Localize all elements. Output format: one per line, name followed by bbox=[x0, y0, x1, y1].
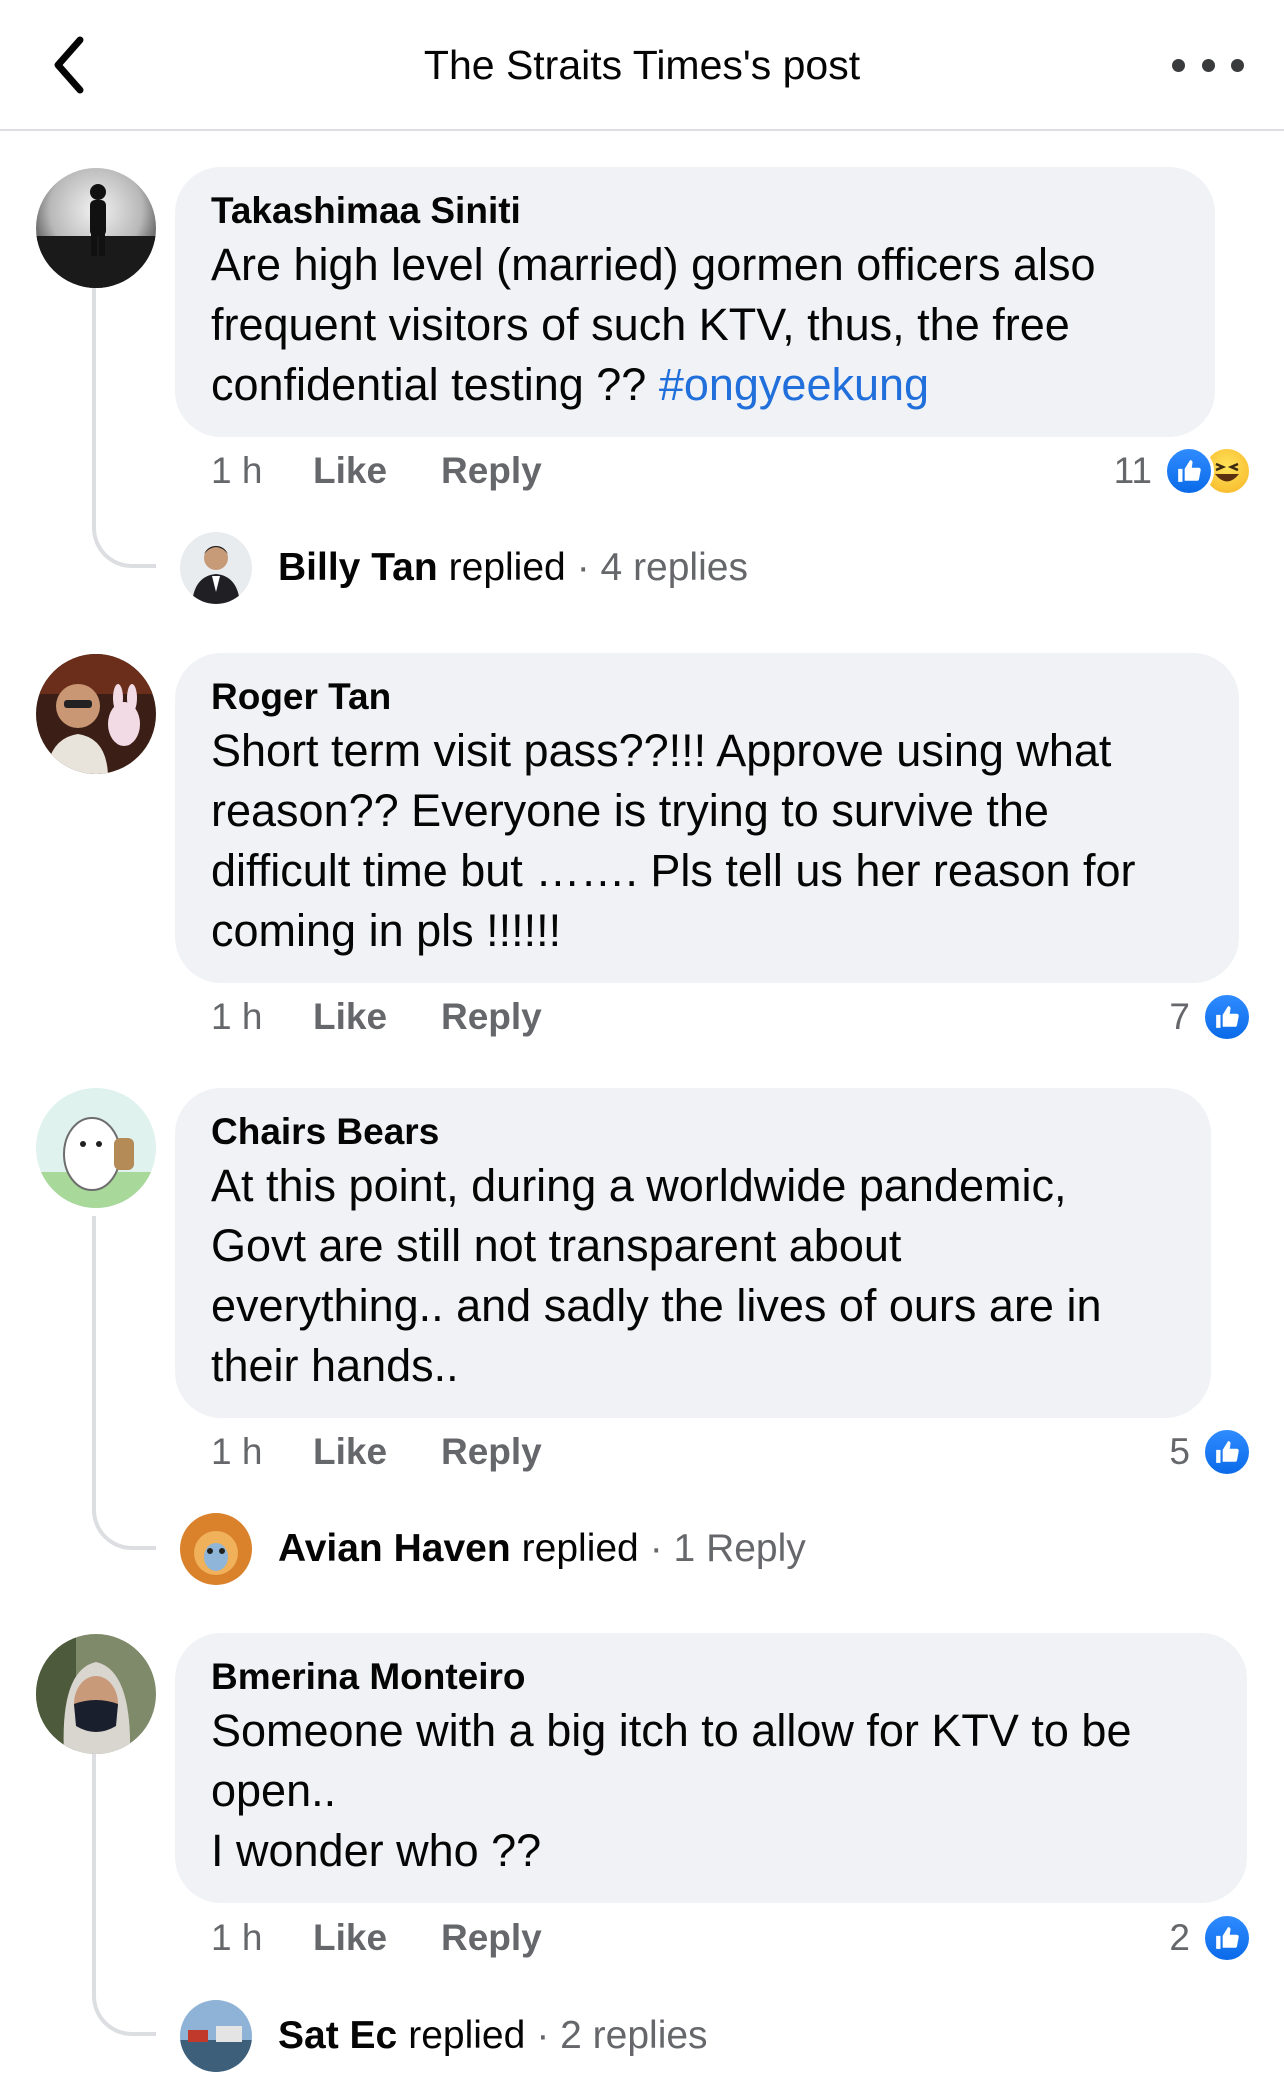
comment-line: confidential testing ?? #ongyeekung bbox=[211, 355, 1179, 415]
avatar-roger-tan[interactable] bbox=[36, 654, 156, 774]
thread-line bbox=[92, 262, 156, 568]
avatar-chairs-bears[interactable] bbox=[36, 1088, 156, 1208]
reactions-summary[interactable]: 11 bbox=[1114, 446, 1252, 496]
comment-time[interactable]: 1 h bbox=[211, 1431, 313, 1473]
silhouette-avatar-image bbox=[36, 168, 156, 288]
reply-button[interactable]: Reply bbox=[441, 996, 542, 1038]
view-replies-link[interactable]: Sat Ec replied · 2 replies bbox=[180, 2000, 708, 2072]
top-bar: The Straits Times's post bbox=[0, 0, 1284, 131]
comment-author[interactable]: Chairs Bears bbox=[211, 1108, 1175, 1156]
comment-author[interactable]: Takashimaa Siniti bbox=[211, 187, 1179, 235]
hashtag-link[interactable]: #ongyeekung bbox=[659, 359, 929, 410]
thread-line bbox=[92, 1216, 156, 1550]
comment-bubble[interactable]: Chairs Bears At this point, during a wor… bbox=[175, 1088, 1211, 1418]
comment-author[interactable]: Roger Tan bbox=[211, 673, 1203, 721]
comment-line: At this point, during a worldwide pandem… bbox=[211, 1160, 1067, 1211]
comment-line: coming in pls !!!!!! bbox=[211, 905, 562, 956]
more-options-button[interactable] bbox=[1172, 50, 1244, 80]
comment-line: their hands.. bbox=[211, 1340, 459, 1391]
comment-text: Someone with a big itch to allow for KTV… bbox=[211, 1701, 1211, 1881]
photo-avatar-image bbox=[36, 654, 156, 774]
reply-count: · 2 replies bbox=[536, 2014, 708, 2057]
reply-count: · 1 Reply bbox=[649, 1527, 806, 1570]
view-replies-link[interactable]: Billy Tan replied · 4 replies bbox=[180, 532, 748, 604]
reply-button[interactable]: Reply bbox=[441, 1431, 542, 1473]
comment-bubble[interactable]: Bmerina Monteiro Someone with a big itch… bbox=[175, 1633, 1247, 1903]
replied-label: replied bbox=[448, 546, 566, 589]
more-dot bbox=[1231, 58, 1244, 72]
page-title: The Straits Times's post bbox=[423, 42, 861, 88]
comment-line: difficult time but ……. Pls tell us her r… bbox=[211, 845, 1136, 896]
comment-text: At this point, during a worldwide pandem… bbox=[211, 1156, 1175, 1396]
reactions-summary[interactable]: 2 bbox=[1169, 1913, 1252, 1963]
comment-line: everything.. and sadly the lives of ours… bbox=[211, 1280, 1102, 1331]
reaction-count: 11 bbox=[1113, 450, 1152, 491]
replier-name: Billy Tan bbox=[278, 546, 438, 589]
reaction-count: 2 bbox=[1169, 1917, 1190, 1958]
comment-bubble[interactable]: Roger Tan Short term visit pass??!!! App… bbox=[175, 653, 1239, 983]
comment-time[interactable]: 1 h bbox=[211, 996, 313, 1038]
reaction-count: 7 bbox=[1169, 996, 1190, 1037]
reaction-count: 5 bbox=[1169, 1431, 1190, 1472]
more-horizontal-icon bbox=[1172, 58, 1185, 72]
comment-text: Are high level (married) gormen officers… bbox=[211, 235, 1179, 415]
comment-line: open.. bbox=[211, 1765, 337, 1816]
comment-actions: 1 h Like Reply bbox=[211, 1431, 542, 1473]
comment-actions: 1 h Like Reply bbox=[211, 1917, 542, 1959]
like-icon bbox=[1202, 1427, 1252, 1477]
comment-line: Govt are still not transparent about bbox=[211, 1220, 902, 1271]
cartoon-bear-avatar-image bbox=[36, 1088, 156, 1208]
replier-name: Sat Ec bbox=[278, 2014, 398, 2057]
avatar-takashimaa-siniti[interactable] bbox=[36, 168, 156, 288]
like-icon bbox=[1164, 446, 1214, 496]
like-button[interactable]: Like bbox=[313, 996, 441, 1038]
replier-name: Avian Haven bbox=[278, 1527, 511, 1570]
comment-text: Short term visit pass??!!! Approve using… bbox=[211, 721, 1203, 961]
reply-button[interactable]: Reply bbox=[441, 1917, 542, 1959]
avatar-avian-haven bbox=[180, 1513, 252, 1585]
replied-label: replied bbox=[521, 1527, 639, 1570]
like-button[interactable]: Like bbox=[313, 1917, 441, 1959]
like-icon bbox=[1202, 992, 1252, 1042]
reactions-summary[interactable]: 7 bbox=[1169, 992, 1252, 1042]
comment-actions: 1 h Like Reply bbox=[211, 450, 542, 492]
comment-line: I wonder who ?? bbox=[211, 1825, 542, 1876]
comment-actions: 1 h Like Reply bbox=[211, 996, 542, 1038]
avatar-sat-ec bbox=[180, 2000, 252, 2072]
avatar-bmerina-monteiro[interactable] bbox=[36, 1634, 156, 1754]
like-button[interactable]: Like bbox=[313, 1431, 441, 1473]
like-button[interactable]: Like bbox=[313, 450, 441, 492]
comment-line: frequent visitors of such KTV, thus, the… bbox=[211, 299, 1070, 350]
comment-time[interactable]: 1 h bbox=[211, 1917, 313, 1959]
masked-person-avatar-image bbox=[36, 1634, 156, 1754]
comment-line: Are high level (married) gormen officers… bbox=[211, 239, 1096, 290]
reactions-summary[interactable]: 5 bbox=[1169, 1427, 1252, 1477]
comment-author[interactable]: Bmerina Monteiro bbox=[211, 1653, 1211, 1701]
more-dot bbox=[1201, 58, 1215, 72]
like-icon bbox=[1202, 1913, 1252, 1963]
reply-button[interactable]: Reply bbox=[441, 450, 542, 492]
replied-label: replied bbox=[408, 2014, 526, 2057]
comment-bubble[interactable]: Takashimaa Siniti Are high level (marrie… bbox=[175, 167, 1215, 437]
view-replies-link[interactable]: Avian Haven replied · 1 Reply bbox=[180, 1513, 806, 1585]
avatar-billy-tan bbox=[180, 532, 252, 604]
comment-line-text: confidential testing ?? bbox=[211, 359, 659, 410]
reply-count: · 4 replies bbox=[576, 546, 748, 589]
comment-line: Short term visit pass??!!! Approve using… bbox=[211, 725, 1112, 776]
comment-time[interactable]: 1 h bbox=[211, 450, 313, 492]
comment-line: reason?? Everyone is trying to survive t… bbox=[211, 785, 1049, 836]
comment-line: Someone with a big itch to allow for KTV… bbox=[211, 1705, 1132, 1756]
